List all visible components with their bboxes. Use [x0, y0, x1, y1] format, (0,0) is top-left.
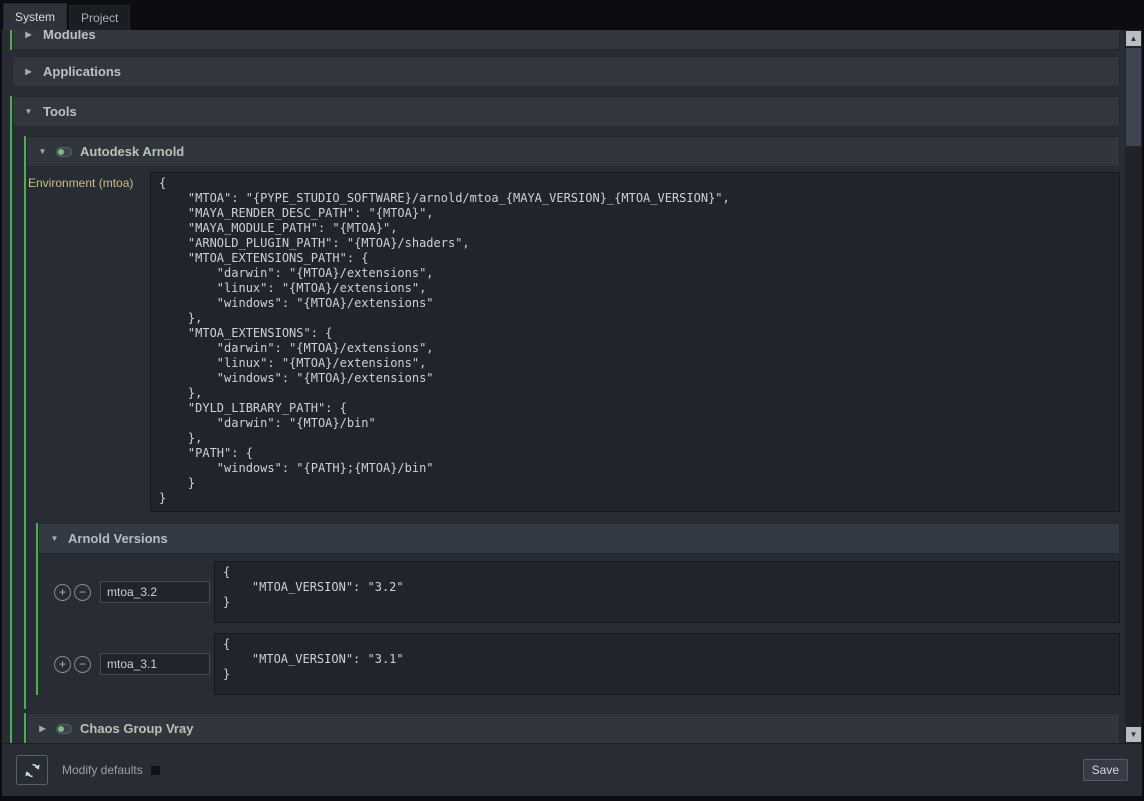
scrollbar-up-button[interactable]: ▲: [1126, 31, 1141, 46]
section-title-applications: Applications: [43, 64, 121, 79]
section-title-tools: Tools: [43, 104, 77, 119]
modify-defaults-checkbox[interactable]: [151, 766, 160, 775]
scrollbar-thumb[interactable]: [1126, 48, 1141, 146]
environment-label: Environment (mtoa): [26, 172, 150, 190]
tools-body: ▼ Autodesk Arnold Environment (mtoa) { "…: [12, 127, 1120, 743]
modify-defaults-group: Modify defaults: [62, 763, 160, 777]
group-header-autodesk-arnold[interactable]: ▼ Autodesk Arnold: [26, 136, 1120, 167]
add-version-button[interactable]: +: [54, 656, 71, 673]
remove-version-button[interactable]: −: [74, 584, 91, 601]
section-header-modules[interactable]: ▶ Modules: [12, 30, 1120, 50]
expander-icon-arnold[interactable]: ▼: [37, 147, 48, 156]
expander-icon-modules[interactable]: ▶: [23, 30, 34, 39]
scrollbar[interactable]: ▲ ▼: [1125, 30, 1142, 743]
group-title-vray: Chaos Group Vray: [80, 721, 193, 736]
footer: Modify defaults Save: [2, 743, 1142, 796]
expander-icon-vray[interactable]: ▶: [37, 724, 48, 733]
tab-system-label: System: [15, 10, 55, 24]
tab-system[interactable]: System: [3, 3, 67, 30]
expander-icon-arnold-versions[interactable]: ▼: [49, 534, 60, 543]
version-json-textarea[interactable]: { "MTOA_VERSION": "3.2" }: [214, 561, 1120, 623]
version-name-input[interactable]: [100, 581, 210, 603]
settings-scroll-area: ▶ Modules ▶ Applications ▼ Tools: [2, 30, 1125, 743]
modify-defaults-label: Modify defaults: [62, 763, 143, 777]
settings-panel: ▶ Modules ▶ Applications ▼ Tools: [2, 30, 1142, 796]
group-header-chaos-group-vray[interactable]: ▶ Chaos Group Vray: [26, 713, 1120, 743]
enabled-toggle-icon-arnold[interactable]: [56, 147, 72, 157]
environment-row: Environment (mtoa) { "MTOA": "{PYPE_STUD…: [26, 172, 1120, 512]
enabled-toggle-icon-vray[interactable]: [56, 724, 72, 734]
version-row: + − { "MTOA_VERSION": "3.1" }: [38, 633, 1120, 695]
tab-project[interactable]: Project: [69, 5, 130, 30]
group-title-arnold-versions: Arnold Versions: [68, 531, 168, 546]
version-name-input[interactable]: [100, 653, 210, 675]
section-modules: ▶ Modules: [10, 30, 1120, 50]
section-tools: ▼ Tools ▼ Autodesk Arnold: [10, 96, 1120, 743]
arnold-body: Environment (mtoa) { "MTOA": "{PYPE_STUD…: [26, 167, 1120, 709]
section-title-modules: Modules: [43, 30, 96, 42]
add-version-button[interactable]: +: [54, 584, 71, 601]
refresh-icon: [24, 762, 41, 779]
group-arnold-versions: ▼ Arnold Versions + − { "MTOA_VERSION: [36, 523, 1120, 695]
group-autodesk-arnold: ▼ Autodesk Arnold Environment (mtoa) { "…: [24, 136, 1120, 709]
tab-bar: System Project: [0, 0, 1144, 30]
expander-icon-tools[interactable]: ▼: [23, 107, 34, 116]
environment-json-textarea[interactable]: { "MTOA": "{PYPE_STUDIO_SOFTWARE}/arnold…: [150, 172, 1120, 512]
remove-version-button[interactable]: −: [74, 656, 91, 673]
save-button[interactable]: Save: [1083, 759, 1128, 781]
scrollbar-down-button[interactable]: ▼: [1126, 727, 1141, 742]
expander-icon-applications[interactable]: ▶: [23, 67, 34, 76]
group-chaos-group-vray: ▶ Chaos Group Vray: [24, 713, 1120, 743]
version-json-textarea[interactable]: { "MTOA_VERSION": "3.1" }: [214, 633, 1120, 695]
settings-window: System Project ▶ Modules ▶ Appl: [0, 0, 1144, 801]
section-header-tools[interactable]: ▼ Tools: [12, 96, 1120, 127]
tab-project-label: Project: [81, 11, 118, 25]
group-header-arnold-versions[interactable]: ▼ Arnold Versions: [38, 523, 1120, 554]
section-applications: ▶ Applications: [10, 56, 1120, 87]
refresh-button[interactable]: [16, 755, 48, 785]
section-header-applications[interactable]: ▶ Applications: [12, 56, 1120, 87]
group-title-arnold: Autodesk Arnold: [80, 144, 184, 159]
version-row: + − { "MTOA_VERSION": "3.2" }: [38, 561, 1120, 623]
